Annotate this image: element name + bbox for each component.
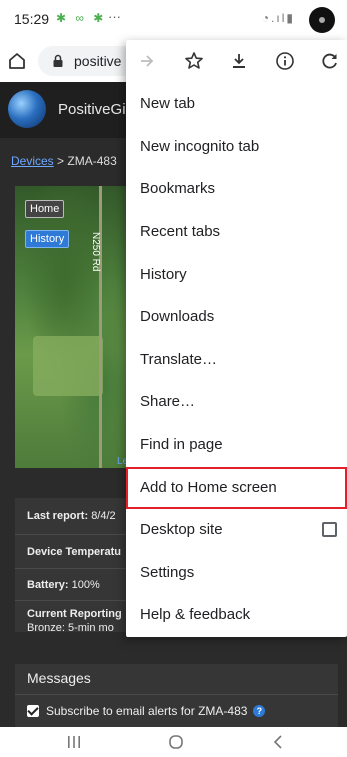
menu-item-settings[interactable]: Settings	[126, 552, 347, 594]
notification-icons: ✱ ∞ ✱	[56, 11, 107, 25]
avatar[interactable]	[309, 7, 335, 33]
info-icon[interactable]	[273, 49, 297, 73]
map-history-button[interactable]: History	[25, 230, 70, 248]
current-reporting-row: Current Reporting Bronze: 5-min mo	[15, 600, 140, 640]
globe-logo-icon	[8, 90, 46, 128]
last-report-value: 8/4/2	[91, 510, 116, 522]
map-field	[33, 336, 103, 396]
battery-value: 100%	[71, 579, 100, 591]
menu-icon-row	[126, 40, 347, 82]
menu-item-add-to-home-screen[interactable]: Add to Home screen	[126, 467, 347, 509]
road-label: N250 Rd	[90, 232, 101, 272]
recents-icon[interactable]	[54, 731, 94, 753]
home-icon[interactable]	[4, 48, 30, 74]
last-report-row: Last report: 8/4/2	[15, 498, 140, 534]
breadcrumb-devices-link[interactable]: Devices	[11, 154, 54, 168]
current-reporting-label: Current Reporting	[27, 608, 122, 620]
battery-label: Battery:	[27, 579, 69, 591]
download-icon[interactable]	[227, 49, 251, 73]
menu-item-bookmarks[interactable]: Bookmarks	[126, 168, 347, 210]
signal-battery-icons: ◔.ıl▮	[261, 11, 295, 25]
menu-item-help-feedback[interactable]: Help & feedback	[126, 594, 347, 636]
refresh-icon[interactable]	[318, 49, 342, 73]
menu-item-history[interactable]: History	[126, 254, 347, 296]
menu-item-recent-tabs[interactable]: Recent tabs	[126, 211, 347, 253]
device-info-panel: Last report: 8/4/2 Device Temperatu Batt…	[15, 498, 140, 634]
breadcrumb-current: ZMA-483	[67, 154, 117, 168]
site-title: PositiveGi	[58, 101, 126, 118]
device-temperature-row: Device Temperatu	[15, 534, 140, 568]
current-reporting-value: Bronze: 5-min mo	[27, 622, 114, 634]
system-nav-bar	[0, 727, 347, 757]
nav-home-icon[interactable]	[156, 731, 196, 753]
subscribe-checkbox[interactable]	[27, 705, 39, 717]
battery-row: Battery: 100%	[15, 568, 140, 600]
menu-item-new-tab[interactable]: New tab	[126, 83, 347, 125]
menu-item-downloads[interactable]: Downloads	[126, 296, 347, 338]
subscribe-label: Subscribe to email alerts for ZMA-483	[46, 704, 248, 718]
forward-icon[interactable]	[135, 49, 159, 73]
menu-item-share[interactable]: Share…	[126, 381, 347, 423]
menu-item-desktop-site[interactable]: Desktop site	[126, 509, 347, 551]
status-time: 15:29	[14, 11, 50, 27]
satellite-map[interactable]: N250 Rd Home History Le	[15, 186, 140, 468]
map-home-button[interactable]: Home	[25, 200, 65, 218]
messages-panel: Messages Subscribe to email alerts for Z…	[15, 664, 338, 727]
menu-item-translate[interactable]: Translate…	[126, 339, 347, 381]
browser-overflow-menu: New tab New incognito tab Bookmarks Rece…	[126, 40, 347, 637]
lock-icon	[52, 54, 64, 73]
menu-item-find-in-page[interactable]: Find in page	[126, 424, 347, 466]
messages-title: Messages	[27, 670, 91, 686]
desktop-site-label: Desktop site	[140, 521, 223, 538]
back-icon[interactable]	[258, 731, 298, 753]
help-icon[interactable]: ?	[253, 705, 266, 717]
breadcrumb: Devices > ZMA-483	[11, 154, 117, 168]
url-text: positive	[74, 53, 122, 69]
status-bar: 15:29 ✱ ∞ ✱ ··· ◔.ıl▮	[0, 0, 347, 40]
menu-item-new-incognito-tab[interactable]: New incognito tab	[126, 126, 347, 168]
breadcrumb-separator: >	[57, 154, 65, 168]
desktop-site-checkbox[interactable]	[322, 522, 337, 537]
last-report-label: Last report:	[27, 510, 89, 522]
star-icon[interactable]	[182, 49, 206, 73]
map-road	[99, 186, 102, 468]
subscribe-row: Subscribe to email alerts for ZMA-483 ?	[27, 704, 266, 718]
more-notifications-icon: ···	[108, 9, 121, 24]
device-temperature-label: Device Temperatu	[27, 546, 121, 558]
divider	[15, 694, 338, 695]
